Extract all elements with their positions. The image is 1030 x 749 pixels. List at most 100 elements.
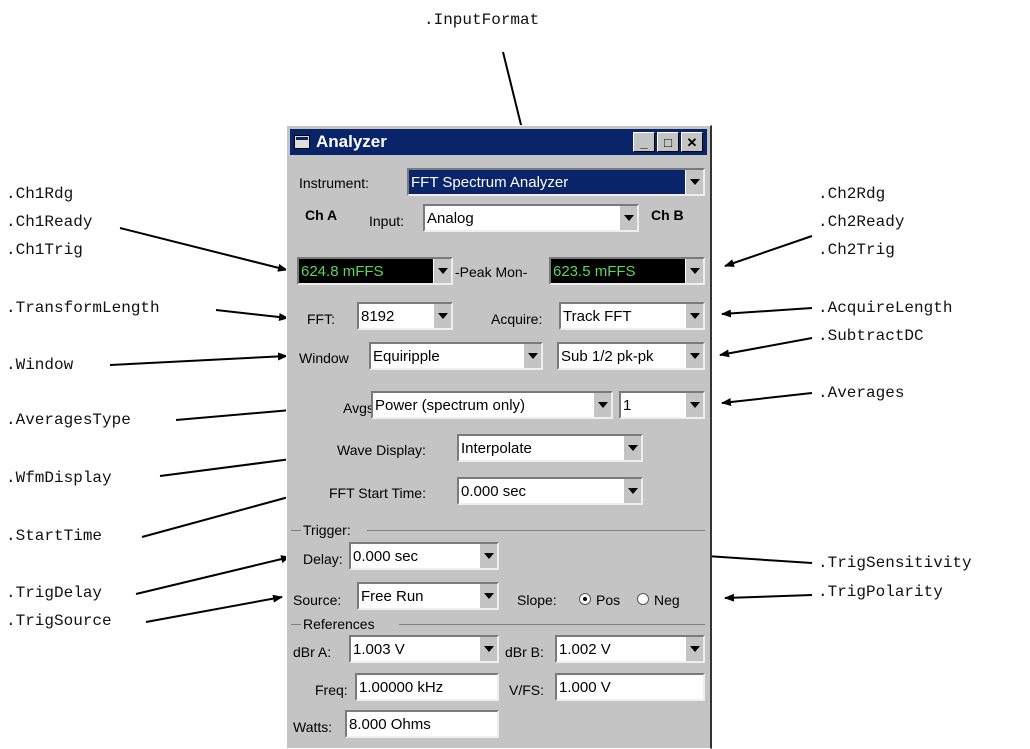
watts-value: 8.000 Ohms: [349, 715, 431, 733]
acquire-label: Acquire:: [491, 311, 543, 327]
chevron-down-icon: [523, 344, 541, 368]
close-button[interactable]: ✕: [681, 132, 703, 152]
freq-value: 1.00000 kHz: [359, 678, 444, 696]
window-value: Equiripple: [373, 347, 440, 365]
callout-averages: .Averages: [818, 384, 905, 402]
callout-ch1rdg: .Ch1Rdg: [6, 185, 74, 203]
slope-pos-radio[interactable]: [579, 593, 591, 605]
callout-trig-source: .TrigSource: [6, 612, 112, 630]
averages-value: 1: [623, 396, 632, 414]
vfs-label: V/FS:: [509, 682, 545, 698]
acquire-length-select[interactable]: Track FFT: [559, 302, 705, 330]
wave-display-label: Wave Display:: [337, 442, 426, 458]
chevron-down-icon: [479, 544, 497, 568]
ch2-reading-value: 623.5 mFFS: [553, 262, 636, 280]
arrow-trig-delay: [135, 555, 291, 595]
dbra-value: 1.003 V: [353, 640, 405, 658]
callout-acquire-length: .AcquireLength: [818, 299, 953, 317]
window-title: Analyzer: [316, 132, 387, 151]
peak-mon-label: -Peak Mon-: [455, 264, 528, 280]
chevron-down-icon: [623, 436, 641, 460]
callout-ch2trig: .Ch2Trig: [818, 241, 895, 259]
window-icon: [294, 135, 310, 149]
callout-subtract-dc: .SubtractDC: [818, 327, 924, 345]
dbrb-label: dBr B:: [505, 644, 544, 660]
slope-pos-label: Pos: [596, 592, 621, 608]
callout-start-time: .StartTime: [6, 527, 103, 545]
subtract-dc-value: Sub 1/2 pk-pk: [561, 347, 654, 365]
slope-neg-radio[interactable]: [637, 593, 649, 605]
dbra-label: dBr A:: [293, 644, 332, 660]
watts-field[interactable]: 8.000 Ohms: [345, 710, 499, 738]
arrow-start-time: [141, 493, 297, 538]
dbrb-select[interactable]: 1.002 V: [555, 635, 705, 663]
arrow-averages: [721, 392, 813, 406]
callout-ch1trig: .Ch1Trig: [6, 241, 83, 259]
averages-type-select[interactable]: Power (spectrum only): [371, 391, 613, 419]
minimize-button[interactable]: _: [633, 132, 655, 152]
freq-field[interactable]: 1.00000 kHz: [355, 673, 499, 701]
subtract-dc-select[interactable]: Sub 1/2 pk-pk: [557, 342, 705, 370]
ch2-reading[interactable]: 623.5 mFFS: [549, 257, 705, 285]
trig-delay-value: 0.000 sec: [353, 547, 419, 565]
trig-source-select[interactable]: Free Run: [357, 582, 499, 610]
chevron-down-icon: [685, 259, 703, 283]
watts-label: Watts:: [293, 719, 333, 735]
instrument-value: FFT Spectrum Analyzer: [411, 173, 569, 191]
start-time-value: 0.000 sec: [461, 482, 527, 500]
callout-ch1ready: .Ch1Ready: [6, 213, 93, 231]
fft-start-time-label: FFT Start Time:: [329, 485, 426, 501]
dbra-select[interactable]: 1.003 V: [349, 635, 499, 663]
chevron-down-icon: [479, 584, 497, 608]
analyzer-window: Analyzer _ □ ✕ Instrument: FFT Spectrum …: [286, 125, 712, 749]
dbrb-value: 1.002 V: [559, 640, 611, 658]
slope-neg-label: Neg: [654, 592, 680, 608]
callout-ch2rdg: .Ch2Rdg: [818, 185, 886, 203]
slope-label: Slope:: [517, 592, 557, 608]
averages-type-value: Power (spectrum only): [375, 396, 526, 414]
trig-delay-select[interactable]: 0.000 sec: [349, 542, 499, 570]
input-format-value: Analog: [427, 209, 474, 227]
arrow-trig-source: [145, 594, 283, 623]
trigger-group-line-left: [291, 530, 301, 531]
source-label: Source:: [293, 592, 342, 608]
chevron-down-icon: [619, 206, 637, 230]
ch1-reading[interactable]: 624.8 mFFS: [297, 257, 453, 285]
vfs-value: 1.000 V: [559, 678, 611, 696]
trigger-group-line: [367, 530, 705, 531]
callout-input-format: .InputFormat: [424, 11, 540, 29]
chevron-down-icon: [623, 479, 641, 503]
title-bar[interactable]: Analyzer _ □ ✕: [290, 129, 707, 155]
chevron-down-icon: [685, 304, 703, 328]
arrow-trig-polarity: [724, 593, 813, 602]
fft-label: FFT:: [307, 311, 335, 327]
wfm-display-value: Interpolate: [461, 439, 532, 457]
arrow-window: [109, 352, 288, 366]
arrow-ch2: [724, 235, 813, 267]
input-format-select[interactable]: Analog: [423, 204, 639, 232]
chevron-down-icon: [479, 637, 497, 661]
acquire-length-value: Track FFT: [563, 307, 632, 325]
wfm-display-select[interactable]: Interpolate: [457, 434, 643, 462]
references-group-line: [399, 624, 705, 625]
instrument-label: Instrument:: [299, 175, 370, 191]
chevron-down-icon: [685, 637, 703, 661]
vfs-field[interactable]: 1.000 V: [555, 673, 705, 701]
callout-trig-delay: .TrigDelay: [6, 584, 103, 602]
chevron-down-icon: [685, 170, 703, 194]
references-group-line-left: [291, 624, 301, 625]
delay-label: Delay:: [303, 551, 343, 567]
chevron-down-icon: [685, 344, 703, 368]
transform-length-value: 8192: [361, 307, 395, 325]
callout-window: .Window: [6, 356, 74, 374]
arrow-ch1: [119, 227, 288, 272]
instrument-select[interactable]: FFT Spectrum Analyzer: [407, 168, 705, 196]
maximize-button[interactable]: □: [657, 132, 679, 152]
transform-length-select[interactable]: 8192: [357, 302, 453, 330]
trig-source-value: Free Run: [361, 587, 424, 605]
callout-averages-type: .AveragesType: [6, 411, 131, 429]
averages-select[interactable]: 1: [619, 391, 705, 419]
window-select[interactable]: Equiripple: [369, 342, 543, 370]
start-time-select[interactable]: 0.000 sec: [457, 477, 643, 505]
ch-a-label: Ch A: [305, 207, 338, 223]
